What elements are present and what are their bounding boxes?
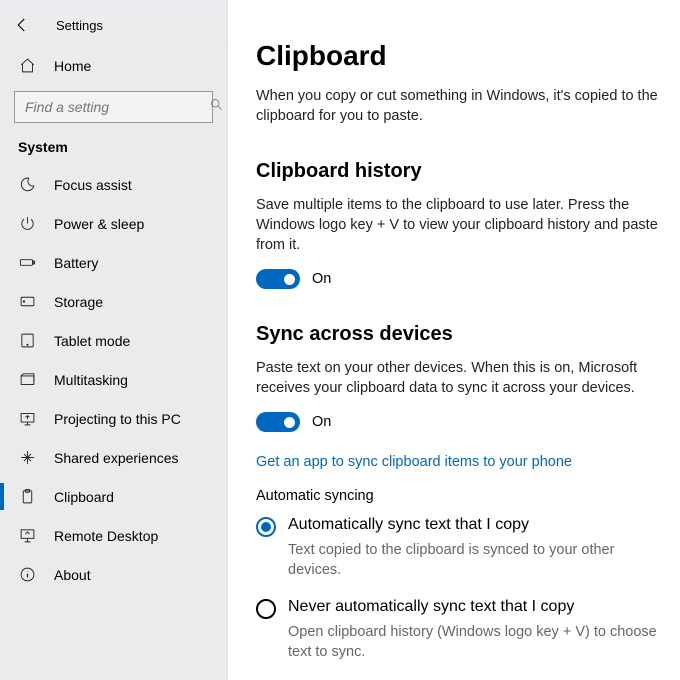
main-content: Clipboard When you copy or cut something…: [228, 0, 680, 680]
multitask-icon: [18, 371, 36, 389]
sync-toggle[interactable]: [256, 412, 300, 432]
section-heading-sync: Sync across devices: [256, 323, 658, 346]
sidebar-item-label: Home: [54, 58, 91, 74]
back-button[interactable]: [6, 9, 38, 41]
radio-button[interactable]: [256, 599, 276, 619]
sidebar-item-label: Tablet mode: [54, 333, 130, 349]
sidebar-item-label: About: [54, 567, 91, 583]
shared-icon: [18, 449, 36, 467]
power-icon: [18, 215, 36, 233]
search-input[interactable]: [23, 98, 209, 116]
history-toggle-label: On: [312, 271, 331, 287]
home-icon: [18, 57, 36, 75]
sidebar-item-storage[interactable]: Storage: [0, 282, 227, 321]
battery-icon: [18, 254, 36, 272]
page-title: Clipboard: [256, 40, 658, 72]
sidebar-item-focus-assist[interactable]: Focus assist: [0, 165, 227, 204]
intro-text: When you copy or cut something in Window…: [256, 86, 658, 126]
sidebar-item-projecting-to-this-pc[interactable]: Projecting to this PC: [0, 399, 227, 438]
search-icon: [209, 97, 224, 117]
sync-option-1[interactable]: Never automatically sync text that I cop…: [256, 598, 658, 619]
sidebar-item-battery[interactable]: Battery: [0, 243, 227, 282]
sidebar-item-label: Multitasking: [54, 372, 128, 388]
sidebar-item-label: Clipboard: [54, 489, 114, 505]
sync-body: Paste text on your other devices. When t…: [256, 358, 658, 398]
sidebar-item-label: Projecting to this PC: [54, 411, 181, 427]
sidebar-item-tablet-mode[interactable]: Tablet mode: [0, 321, 227, 360]
history-body: Save multiple items to the clipboard to …: [256, 195, 658, 255]
sidebar-item-label: Power & sleep: [54, 216, 144, 232]
section-heading-history: Clipboard history: [256, 160, 658, 183]
sync-app-link[interactable]: Get an app to sync clipboard items to yo…: [256, 454, 658, 470]
project-icon: [18, 410, 36, 428]
sidebar-item-remote-desktop[interactable]: Remote Desktop: [0, 516, 227, 555]
info-icon: [18, 566, 36, 584]
app-title: Settings: [56, 18, 103, 33]
sidebar-item-label: Shared experiences: [54, 450, 179, 466]
radio-desc: Text copied to the clipboard is synced t…: [288, 541, 658, 580]
sidebar-item-power-sleep[interactable]: Power & sleep: [0, 204, 227, 243]
search-box[interactable]: [14, 91, 213, 123]
sidebar-item-clipboard[interactable]: Clipboard: [0, 477, 227, 516]
sync-toggle-label: On: [312, 414, 331, 430]
sidebar-item-home[interactable]: Home: [0, 46, 227, 85]
sidebar-section-label: System: [0, 133, 227, 165]
radio-label: Automatically sync text that I copy: [288, 516, 529, 534]
radio-desc: Open clipboard history (Windows logo key…: [288, 623, 658, 662]
tablet-icon: [18, 332, 36, 350]
sidebar-item-label: Battery: [54, 255, 98, 271]
radio-button[interactable]: [256, 517, 276, 537]
sidebar-item-label: Focus assist: [54, 177, 132, 193]
moon-icon: [18, 176, 36, 194]
storage-icon: [18, 293, 36, 311]
sync-option-0[interactable]: Automatically sync text that I copy: [256, 516, 658, 537]
radio-label: Never automatically sync text that I cop…: [288, 598, 574, 616]
sidebar-item-shared-experiences[interactable]: Shared experiences: [0, 438, 227, 477]
sidebar-item-label: Storage: [54, 294, 103, 310]
sidebar-item-multitasking[interactable]: Multitasking: [0, 360, 227, 399]
sidebar-item-about[interactable]: About: [0, 555, 227, 594]
remote-icon: [18, 527, 36, 545]
sidebar: Settings Home System Focus assist Power &…: [0, 0, 228, 680]
clipboard-icon: [18, 488, 36, 506]
title-bar: Settings: [0, 4, 227, 46]
sidebar-item-label: Remote Desktop: [54, 528, 158, 544]
auto-sync-label: Automatic syncing: [256, 488, 658, 504]
history-toggle[interactable]: [256, 269, 300, 289]
